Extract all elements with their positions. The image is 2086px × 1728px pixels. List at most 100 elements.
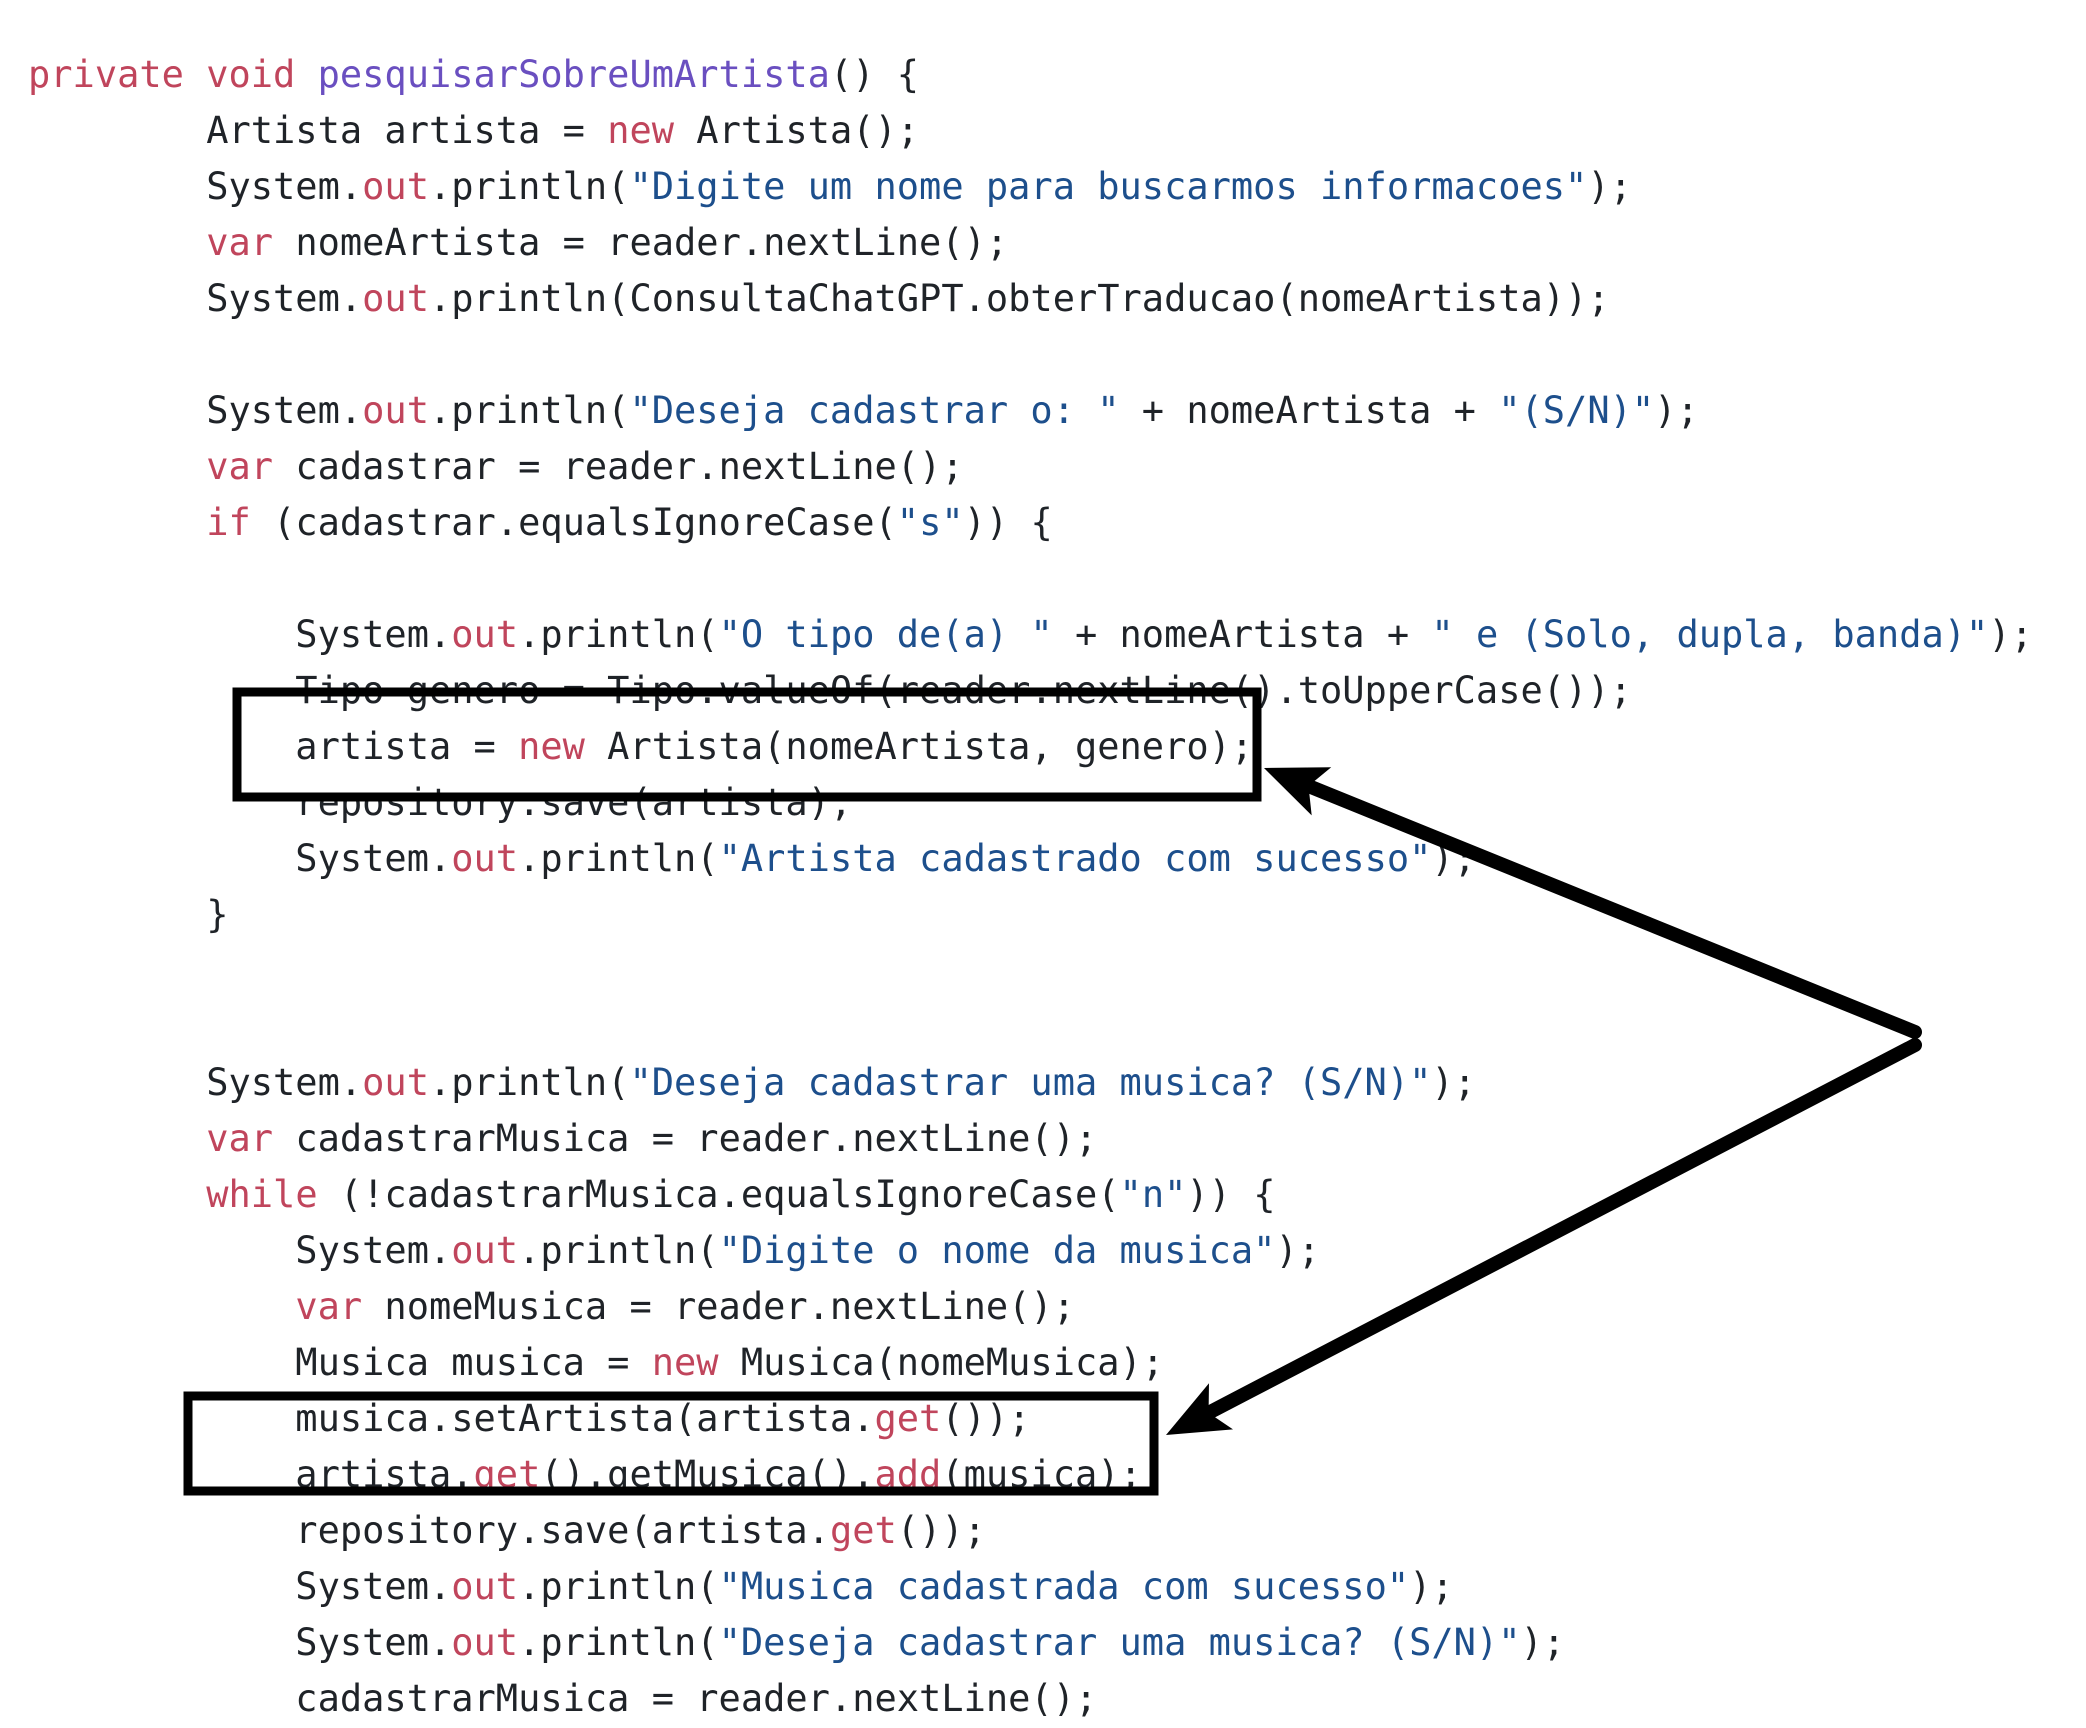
code-token-str: "O tipo de(a) " [718, 613, 1053, 656]
code-token-pl: Tipo genero = Tipo.valueOf(reader.nextLi… [28, 669, 1632, 712]
code-token-mem: out [451, 837, 519, 880]
code-line: ​ [28, 551, 2086, 607]
code-token-pl: ); [1654, 389, 1699, 432]
code-line: musica.setArtista(artista.get()); [28, 1391, 2086, 1447]
code-token-kw: if [206, 501, 251, 544]
code-token-pl: artista = [28, 725, 519, 768]
code-token-pl: Artista(nomeArtista, genero); [584, 725, 1254, 768]
code-line: System.out.println("Deseja cadastrar uma… [28, 1615, 2086, 1671]
code-line: System.out.println("Musica cadastrada co… [28, 1559, 2086, 1615]
code-line: ​ [28, 327, 2086, 383]
code-token-mem: out [362, 389, 429, 432]
code-token-pl: cadastrarMusica = reader.nextLine(); [28, 1677, 1098, 1720]
code-token-kw: var [206, 221, 274, 264]
code-token-str: "s" [896, 501, 964, 544]
code-token-pl: .println( [428, 1061, 630, 1104]
code-token-pl: + nomeArtista + [1052, 613, 1432, 656]
code-token-pl: ); [1431, 1061, 1476, 1104]
code-token-pl: artista. [28, 1453, 474, 1496]
code-token-pl: + nomeArtista + [1119, 389, 1499, 432]
code-line: var nomeArtista = reader.nextLine(); [28, 215, 2086, 271]
code-token-kw: var [206, 445, 274, 488]
code-token-pl: (!cadastrarMusica.equalsIgnoreCase( [317, 1173, 1120, 1216]
code-token-pl: (cadastrar.equalsIgnoreCase( [250, 501, 897, 544]
code-token-pl: System. [28, 1565, 452, 1608]
code-line: cadastrarMusica = reader.nextLine(); [28, 1671, 2086, 1727]
code-token-kw: new [607, 109, 675, 152]
code-token-pl: .println( [428, 389, 630, 432]
code-token-pl: )) { [1186, 1173, 1276, 1216]
code-token-pl: Musica musica = [28, 1341, 652, 1384]
code-token-str: " e (Solo, dupla, banda)" [1431, 613, 1989, 656]
code-token-fn: pesquisarSobreUmArtista [317, 53, 830, 96]
code-token-str: "Deseja cadastrar uma musica? (S/N)" [629, 1061, 1432, 1104]
code-token-str: "Digite o nome da musica" [718, 1229, 1276, 1272]
code-token-pl: ); [1275, 1229, 1321, 1272]
code-line: var cadastrarMusica = reader.nextLine(); [28, 1111, 2086, 1167]
code-token-pl: ); [1409, 1565, 1454, 1608]
code-line: Artista artista = new Artista(); [28, 103, 2086, 159]
code-token-mem: out [451, 1621, 519, 1664]
code-token-pl: )) { [963, 501, 1053, 544]
code-token-pl: System. [28, 1621, 452, 1664]
code-line: System.out.println("Digite o nome da mus… [28, 1223, 2086, 1279]
code-token-pl: ); [1431, 837, 1476, 880]
code-token-kw: new [651, 1341, 719, 1384]
code-token-mem: out [451, 1565, 519, 1608]
code-line: var cadastrar = reader.nextLine(); [28, 439, 2086, 495]
code-token-kw: while [206, 1173, 318, 1216]
code-token-str: "Artista cadastrado com sucesso" [718, 837, 1432, 880]
code-token-pl: System. [28, 1229, 452, 1272]
code-token-pl: .println( [518, 613, 719, 656]
code-token-pl: .println( [518, 1565, 719, 1608]
code-token-pl: System. [28, 389, 363, 432]
code-token-pl: System. [28, 1061, 363, 1104]
code-token-mem: out [362, 165, 429, 208]
code-token-pl: System. [28, 613, 452, 656]
code-token-pl: repository.save(artista); [28, 781, 853, 824]
code-line: ​ [28, 999, 2086, 1055]
code-line: ​ [28, 943, 2086, 999]
code-line: System.out.println("Deseja cadastrar uma… [28, 1055, 2086, 1111]
code-token-mem: get [473, 1453, 541, 1496]
code-token-str: "(S/N)" [1498, 389, 1655, 432]
code-token-pl: .println( [518, 1229, 719, 1272]
code-token-str: "Deseja cadastrar o: " [629, 389, 1120, 432]
code-token-pl: Musica(nomeMusica); [718, 1341, 1165, 1384]
code-line: artista.get().getMusica().add(musica); [28, 1447, 2086, 1503]
code-line: System.out.println("Artista cadastrado c… [28, 831, 2086, 887]
code-line: Musica musica = new Musica(nomeMusica); [28, 1335, 2086, 1391]
code-token-pl: .println(ConsultaChatGPT.obterTraducao(n… [428, 277, 1610, 320]
code-token-pl: ()); [941, 1397, 1031, 1440]
code-token-kw: private void [28, 53, 318, 96]
code-line: repository.save(artista); [28, 775, 2086, 831]
code-token-str: "Musica cadastrada com sucesso" [718, 1565, 1410, 1608]
code-token-pl: } [28, 893, 229, 936]
code-token-str: "n" [1119, 1173, 1187, 1216]
code-line: System.out.println("O tipo de(a) " + nom… [28, 607, 2086, 663]
code-token-pl: cadastrar = reader.nextLine(); [273, 445, 964, 488]
code-token-mem: get [874, 1397, 942, 1440]
code-line: System.out.println("Digite um nome para … [28, 159, 2086, 215]
code-token-pl: nomeMusica = reader.nextLine(); [362, 1285, 1075, 1328]
code-line: repository.save(artista.get()); [28, 1503, 2086, 1559]
code-token-pl: Artista(); [674, 109, 920, 152]
code-token-pl: System. [28, 277, 363, 320]
code-line: while (!cadastrarMusica.equalsIgnoreCase… [28, 1167, 2086, 1223]
code-token-mem: out [362, 1061, 429, 1104]
code-token-pl: cadastrarMusica = reader.nextLine(); [273, 1117, 1098, 1160]
code-token-pl: nomeArtista = reader.nextLine(); [273, 221, 1009, 264]
code-token-mem: out [362, 277, 429, 320]
code-token-str: "Deseja cadastrar uma musica? (S/N)" [718, 1621, 1521, 1664]
code-token-kw: new [518, 725, 585, 768]
code-token-pl: System. [28, 165, 363, 208]
code-token-mem: add [874, 1453, 942, 1496]
code-token-pl: ); [1520, 1621, 1566, 1664]
code-line: artista = new Artista(nomeArtista, gener… [28, 719, 2086, 775]
code-token-kw: var [206, 1117, 274, 1160]
